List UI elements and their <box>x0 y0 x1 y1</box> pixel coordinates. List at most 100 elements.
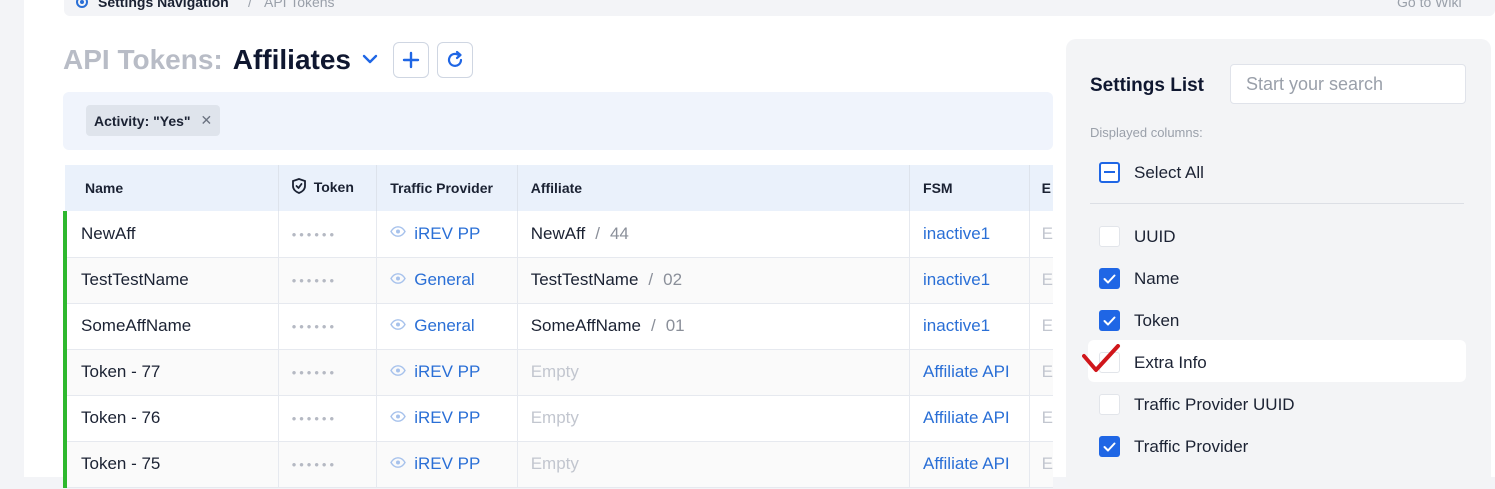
cell-next-text: E <box>1041 316 1053 335</box>
column-header-next[interactable]: E <box>1029 165 1053 211</box>
filter-chip-label: Activity: "Yes" <box>94 112 191 129</box>
checkbox-checked-icon[interactable] <box>1099 268 1120 289</box>
column-header-affiliate[interactable]: Affiliate <box>517 165 911 211</box>
affiliate-separator: / <box>595 223 600 243</box>
checkbox-unchecked-icon[interactable] <box>1099 226 1120 247</box>
eye-icon[interactable] <box>390 222 407 242</box>
breadcrumb-root[interactable]: Settings Navigation <box>98 0 229 10</box>
affiliate-empty: Empty <box>530 454 579 473</box>
chevron-down-icon[interactable] <box>361 52 379 70</box>
traffic-provider-link[interactable]: iREV PP <box>414 408 480 427</box>
eye-icon[interactable] <box>390 453 407 473</box>
column-option-uuid[interactable]: UUID <box>1099 226 1176 247</box>
cell-fsm[interactable]: inactive1 <box>909 257 1030 304</box>
refresh-icon <box>447 50 463 67</box>
traffic-provider-link[interactable]: General <box>414 316 474 335</box>
cell-fsm[interactable]: inactive1 <box>909 211 1030 258</box>
column-option-label: Traffic Provider UUID <box>1134 394 1295 414</box>
cell-affiliate[interactable]: Empty <box>517 395 911 442</box>
traffic-provider-link[interactable]: iREV PP <box>414 224 480 243</box>
checkbox-checked-icon[interactable] <box>1099 310 1120 331</box>
eye-icon[interactable] <box>390 315 407 335</box>
cell-token[interactable]: •••••• <box>278 211 378 258</box>
select-all-label: Select All <box>1134 162 1204 182</box>
column-header-fsm[interactable]: FSM <box>909 165 1030 211</box>
settings-search-input[interactable] <box>1230 64 1466 104</box>
table-row[interactable]: Token - 76 •••••• iREV PP Empty Affiliate AP… <box>62 395 1053 442</box>
cell-name[interactable]: NewAff <box>62 211 279 258</box>
cell-name[interactable]: Token - 76 <box>62 395 279 442</box>
affiliate-name[interactable]: TestTestName <box>531 270 639 289</box>
cell-token[interactable]: •••••• <box>278 257 378 304</box>
cell-next: E <box>1029 441 1053 488</box>
column-option-token[interactable]: Token <box>1099 310 1179 331</box>
refresh-button[interactable] <box>436 42 473 78</box>
fsm-link[interactable]: inactive1 <box>923 316 990 335</box>
cell-traffic-provider[interactable]: General <box>376 257 518 304</box>
cell-token[interactable]: •••••• <box>278 395 378 442</box>
cell-traffic-provider[interactable]: iREV PP <box>376 441 518 488</box>
cell-affiliate[interactable]: SomeAffName / 01 <box>517 303 911 350</box>
cell-name[interactable]: TestTestName <box>62 257 279 304</box>
cell-affiliate[interactable]: NewAff / 44 <box>517 211 911 258</box>
close-icon[interactable]: ✕ <box>201 112 213 129</box>
masked-token: •••••• <box>291 226 337 242</box>
table-row[interactable]: Token - 77 •••••• iREV PP Empty Affiliate AP… <box>62 349 1053 396</box>
table-row[interactable]: NewAff •••••• iREV PP NewAff / 44 inactive1 E <box>62 211 1053 258</box>
column-header-name[interactable]: Name <box>65 165 279 211</box>
cell-fsm[interactable]: Affiliate API <box>909 349 1030 396</box>
table-row[interactable]: TestTestName •••••• General TestTestName / 02… <box>62 257 1053 304</box>
add-token-button[interactable] <box>392 42 429 78</box>
cell-next-text: E <box>1041 454 1053 473</box>
cell-next-text: E <box>1041 408 1053 427</box>
cell-name[interactable]: SomeAffName <box>62 303 279 350</box>
column-option-label: Extra Info <box>1134 352 1207 372</box>
column-option-traffic-provider[interactable]: Traffic Provider <box>1099 436 1248 457</box>
page-title[interactable]: Affiliates <box>233 44 351 76</box>
table-row[interactable]: SomeAffName •••••• General SomeAffName / 01 in… <box>62 303 1053 350</box>
fsm-link[interactable]: inactive1 <box>923 270 990 289</box>
cell-traffic-provider[interactable]: General <box>376 303 518 350</box>
fsm-link[interactable]: Affiliate API <box>923 454 1010 473</box>
fsm-link[interactable]: inactive1 <box>923 224 990 243</box>
cell-next-text: E <box>1041 270 1053 289</box>
traffic-provider-link[interactable]: General <box>414 270 474 289</box>
cell-token[interactable]: •••••• <box>278 349 378 396</box>
traffic-provider-link[interactable]: iREV PP <box>414 454 480 473</box>
checkbox-unchecked-icon[interactable] <box>1099 394 1120 415</box>
cell-traffic-provider[interactable]: iREV PP <box>376 395 518 442</box>
settings-icon[interactable] <box>74 0 90 13</box>
cell-name[interactable]: Token - 77 <box>62 349 279 396</box>
cell-affiliate[interactable]: Empty <box>517 441 911 488</box>
masked-token: •••••• <box>291 457 337 472</box>
cell-token[interactable]: •••••• <box>278 303 378 350</box>
fsm-link[interactable]: Affiliate API <box>923 362 1010 381</box>
select-all-checkbox[interactable]: Select All <box>1099 162 1204 183</box>
affiliate-name[interactable]: SomeAffName <box>531 316 641 335</box>
cell-traffic-provider[interactable]: iREV PP <box>376 349 518 396</box>
cell-affiliate[interactable]: Empty <box>517 349 911 396</box>
cell-traffic-provider[interactable]: iREV PP <box>376 211 518 258</box>
cell-affiliate[interactable]: TestTestName / 02 <box>517 257 911 304</box>
settings-panel: Settings List Displayed columns: Select … <box>1066 39 1491 489</box>
masked-token: •••••• <box>291 365 337 380</box>
cell-token[interactable]: •••••• <box>278 441 378 488</box>
affiliate-name[interactable]: NewAff <box>531 224 586 243</box>
column-option-traffic-provider-uuid[interactable]: Traffic Provider UUID <box>1099 394 1295 415</box>
checkbox-checked-icon[interactable] <box>1099 436 1120 457</box>
cell-name[interactable]: Token - 75 <box>62 441 279 488</box>
eye-icon[interactable] <box>390 361 407 381</box>
column-header-traffic-provider[interactable]: Traffic Provider <box>376 165 518 211</box>
eye-icon[interactable] <box>390 407 407 427</box>
cell-fsm[interactable]: inactive1 <box>909 303 1030 350</box>
go-to-wiki-link[interactable]: Go to Wiki <box>1397 0 1462 10</box>
cell-fsm[interactable]: Affiliate API <box>909 395 1030 442</box>
column-option-name[interactable]: Name <box>1099 268 1179 289</box>
table-row[interactable]: Token - 75 •••••• iREV PP Empty Affiliate AP… <box>62 441 1053 488</box>
fsm-link[interactable]: Affiliate API <box>923 408 1010 427</box>
traffic-provider-link[interactable]: iREV PP <box>414 362 480 381</box>
column-header-token[interactable]: Token <box>278 165 378 211</box>
filter-chip-activity[interactable]: Activity: "Yes" ✕ <box>86 105 221 136</box>
cell-fsm[interactable]: Affiliate API <box>909 441 1030 488</box>
eye-icon[interactable] <box>390 269 407 289</box>
